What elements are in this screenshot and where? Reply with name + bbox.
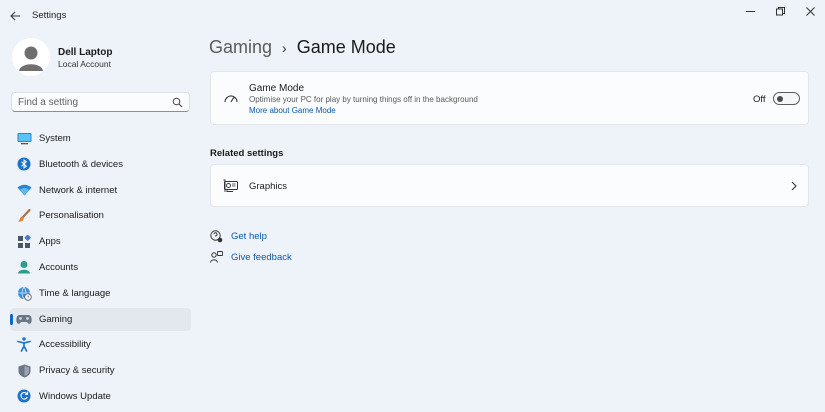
- sidebar-item-accessibility[interactable]: Accessibility: [10, 333, 191, 356]
- restore-icon: [775, 6, 785, 15]
- sidebar-item-personalisation[interactable]: Personalisation: [10, 204, 191, 227]
- close-button[interactable]: [799, 4, 821, 18]
- brush-icon: [16, 208, 32, 224]
- breadcrumb-parent[interactable]: Gaming: [209, 37, 272, 58]
- title-bar: Settings: [0, 0, 825, 32]
- sidebar-item-privacy-security[interactable]: Privacy & security: [10, 359, 191, 382]
- wifi-icon: [16, 182, 32, 198]
- breadcrumb: Gaming › Game Mode: [209, 37, 396, 58]
- sidebar-item-time-language[interactable]: Time & language: [10, 282, 191, 305]
- toggle-knob: [777, 95, 783, 102]
- game-mode-description: Optimise your PC for play by turning thi…: [249, 95, 478, 104]
- sidebar-item-apps[interactable]: Apps: [10, 230, 191, 253]
- back-arrow-icon: [9, 11, 20, 21]
- accessibility-icon: [16, 337, 32, 353]
- close-icon: [805, 6, 815, 16]
- minimize-icon: [745, 10, 755, 12]
- search-icon: [172, 97, 183, 108]
- user-name: Dell Laptop: [58, 47, 113, 58]
- game-mode-title: Game Mode: [249, 83, 305, 94]
- sidebar-item-accounts[interactable]: Accounts: [10, 256, 191, 279]
- game-mode-toggle[interactable]: [773, 92, 800, 105]
- sidebar-item-system[interactable]: System: [10, 127, 191, 150]
- sidebar-nav: System Bluetooth & devices Network & int…: [10, 127, 191, 411]
- sidebar-item-bluetooth[interactable]: Bluetooth & devices: [10, 153, 191, 176]
- gamepad-icon: [16, 311, 32, 327]
- get-help-icon: [210, 230, 223, 243]
- graphics-label: Graphics: [249, 181, 288, 192]
- graphics-card-row[interactable]: Graphics: [210, 164, 809, 207]
- sidebar-item-windows-update[interactable]: Windows Update: [10, 385, 191, 408]
- back-button[interactable]: [6, 7, 24, 25]
- more-about-game-mode-link[interactable]: More about Game Mode: [249, 106, 336, 115]
- window-title: Settings: [32, 10, 67, 21]
- account-type: Local Account: [58, 59, 111, 69]
- sidebar-item-gaming[interactable]: Gaming: [10, 307, 191, 331]
- sidebar-item-network[interactable]: Network & internet: [10, 179, 191, 202]
- related-settings-heading: Related settings: [210, 148, 284, 159]
- shield-icon: [16, 363, 32, 379]
- search-input[interactable]: [18, 95, 168, 110]
- restore-button[interactable]: [769, 4, 791, 18]
- toggle-state-label: Off: [753, 94, 766, 105]
- update-icon: [16, 388, 32, 404]
- minimize-button[interactable]: [739, 4, 761, 18]
- avatar[interactable]: [12, 38, 50, 76]
- user-icon: [19, 46, 43, 71]
- graphics-card-icon: [223, 179, 238, 192]
- globe-clock-icon: [16, 285, 32, 301]
- give-feedback-link[interactable]: Give feedback: [231, 252, 292, 263]
- apps-icon: [16, 234, 32, 250]
- game-mode-icon: [224, 95, 238, 103]
- feedback-icon: [210, 251, 223, 263]
- page-title: Game Mode: [296, 37, 396, 57]
- bluetooth-icon: [16, 156, 32, 172]
- game-mode-card: Game Mode Optimise your PC for play by t…: [210, 71, 809, 125]
- search-box[interactable]: [11, 92, 190, 112]
- get-help-row[interactable]: Get help: [210, 230, 267, 243]
- system-icon: [16, 131, 32, 147]
- accounts-icon: [16, 259, 32, 275]
- chevron-right-icon: [791, 181, 797, 191]
- get-help-link[interactable]: Get help: [231, 231, 267, 242]
- breadcrumb-separator: ›: [282, 39, 287, 56]
- give-feedback-row[interactable]: Give feedback: [210, 251, 292, 264]
